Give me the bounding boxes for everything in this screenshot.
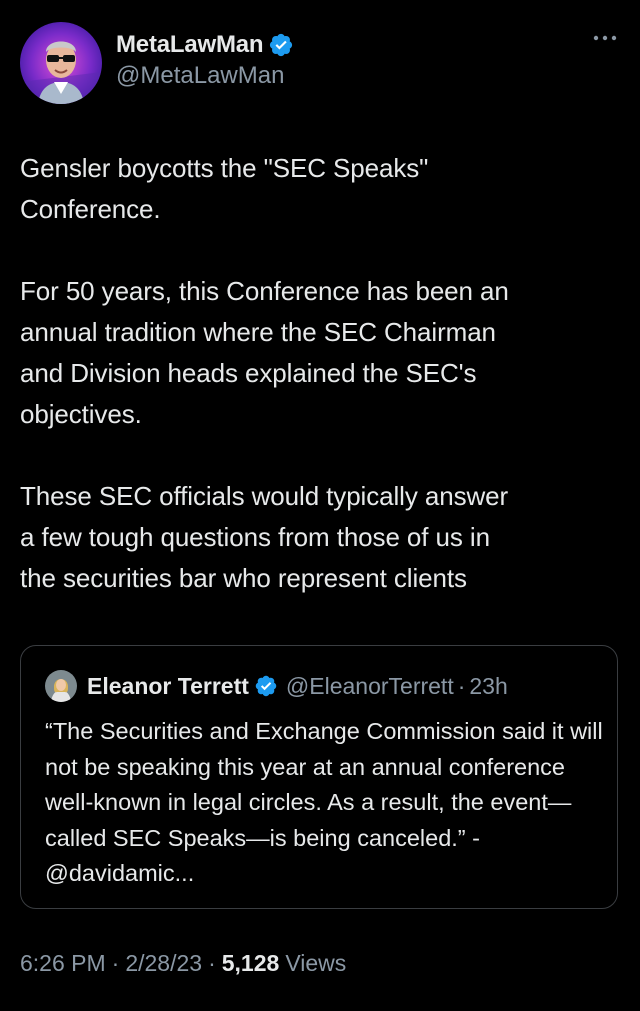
tweet-text: Gensler boycotts the "SEC Speaks" Confer… bbox=[20, 153, 509, 593]
author-avatar[interactable] bbox=[20, 22, 102, 104]
author-names: MetaLawMan @MetaLawMan bbox=[116, 30, 294, 90]
tweet-header: MetaLawMan @MetaLawMan bbox=[20, 20, 620, 104]
author-display-name[interactable]: MetaLawMan bbox=[116, 31, 264, 59]
tweet-date[interactable]: 2/28/23 bbox=[125, 950, 202, 977]
quoted-timestamp[interactable]: 23h bbox=[469, 673, 507, 700]
quoted-author-name[interactable]: Eleanor Terrett bbox=[87, 673, 249, 700]
views-count[interactable]: 5,128 bbox=[222, 950, 280, 977]
quoted-author-handle[interactable]: @EleanorTerrett bbox=[286, 673, 454, 700]
quoted-avatar-image bbox=[45, 670, 77, 702]
more-options-icon[interactable] bbox=[592, 32, 618, 44]
views-label[interactable]: Views bbox=[285, 950, 346, 977]
meta-separator: · bbox=[111, 950, 120, 976]
quoted-author-avatar[interactable] bbox=[45, 670, 77, 702]
avatar-image bbox=[20, 22, 102, 104]
quoted-tweet-header: Eleanor Terrett @EleanorTerrett · 23h bbox=[45, 670, 508, 702]
quoted-separator: · bbox=[457, 672, 466, 699]
meta-separator: · bbox=[208, 950, 216, 976]
tweet-time[interactable]: 6:26 PM bbox=[20, 950, 106, 977]
quoted-verified-badge-icon bbox=[255, 675, 277, 697]
verified-badge-icon bbox=[270, 33, 293, 57]
author-handle[interactable]: @MetaLawMan bbox=[116, 62, 294, 90]
tweet-meta: 6:26 PM · 2/28/23 · 5,128 Views bbox=[20, 950, 346, 977]
quoted-tweet[interactable]: Eleanor Terrett @EleanorTerrett · 23h “T… bbox=[20, 645, 618, 909]
display-name-row: MetaLawMan bbox=[116, 30, 294, 60]
quoted-tweet-text: “The Securities and Exchange Commission … bbox=[45, 718, 603, 886]
